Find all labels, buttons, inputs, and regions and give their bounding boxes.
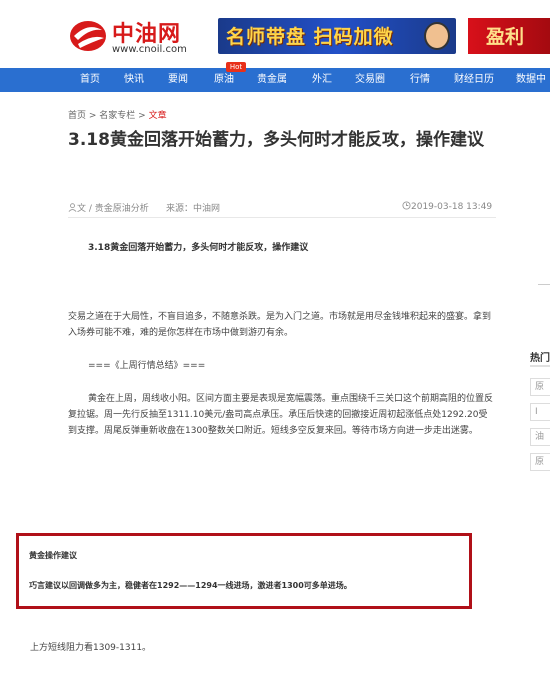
breadcrumb-column[interactable]: 名家专栏 (99, 111, 135, 121)
breadcrumb-current: 文章 (148, 111, 167, 121)
user-icon (68, 203, 77, 212)
ad-banner-wechat[interactable]: 名师带盘 扫码加微 (218, 18, 456, 54)
meta-divider (68, 217, 496, 218)
nav-flash[interactable]: 快讯 (124, 68, 144, 92)
sidebar-hot-item[interactable]: 原 (530, 378, 550, 396)
nav-precious-metals[interactable]: 贵金属 (257, 68, 287, 92)
cartoon-face-icon (424, 22, 450, 50)
article-title: 3.18黄金回落开始蓄力，多头何时才能反攻，操作建议 (68, 130, 484, 150)
nav-forex[interactable]: 外汇 (312, 68, 332, 92)
trading-advice-box: 黄金操作建议 巧言建议以回调做多为主，稳健者在1292——1294一线进场，激进… (16, 533, 472, 609)
resistance-note: 上方短线阻力看1309-1311。 (30, 643, 152, 653)
article-source: 来源：中油网 (166, 204, 221, 214)
sidebar-hot-label: 热门 (530, 353, 550, 364)
breadcrumb-home[interactable]: 首页 (68, 111, 86, 121)
nav-quotes[interactable]: 行情 (410, 68, 430, 92)
site-logo[interactable]: 中油网 www.cnoil.com (68, 16, 198, 60)
breadcrumb-separator: > (135, 111, 149, 121)
article-paragraph-1: 交易之道在于大局性，不盲目追多，不随意杀跌。是为入门之道。市场就是用尽金钱堆积起… (68, 312, 492, 338)
article-date: 2019-03-18 13:49 (402, 201, 492, 212)
trading-advice-text: 巧言建议以回调做多为主，稳健者在1292——1294一线进场，激进者1300可多… (29, 581, 352, 590)
ad-banner-profit[interactable]: 盈利 (468, 18, 550, 54)
article-section-heading: ===《上周行情总结》=== (88, 361, 206, 371)
nav-home[interactable]: 首页 (80, 68, 100, 92)
sidebar-hot-item[interactable]: 原 (530, 453, 550, 471)
logo-mark-icon (70, 21, 106, 51)
main-nav: 首页 快讯 要闻 原油 贵金属 外汇 交易圈 行情 财经日历 数据中 (0, 68, 550, 92)
article-paragraph-2: 黄金在上周，周线收小阳。区间方面主要是表现是宽幅震荡。重点围绕千三关口这个前期高… (68, 394, 494, 436)
sidebar-hot-item[interactable]: I (530, 403, 550, 421)
trading-advice-title: 黄金操作建议 (29, 551, 77, 560)
nav-calendar[interactable]: 财经日历 (454, 68, 494, 92)
sidebar-hot-underline (530, 365, 550, 367)
hot-badge: Hot (226, 62, 246, 72)
ad-banner-text-2: 盈利 (486, 26, 525, 48)
article-author-text: 文 / 贵金原油分析 (77, 204, 149, 214)
breadcrumb: 首页 > 名家专栏 > 文章 (68, 108, 167, 121)
logo-url: www.cnoil.com (112, 44, 187, 55)
nav-data[interactable]: 数据中 (516, 68, 546, 92)
sidebar-hot-item[interactable]: 油 (530, 428, 550, 446)
site-header: 中油网 www.cnoil.com 名师带盘 扫码加微 盈利 (0, 0, 550, 68)
breadcrumb-separator: > (86, 111, 100, 121)
clock-icon (402, 201, 411, 210)
article-lead: 3.18黄金回落开始蓄力，多头何时才能反攻，操作建议 (88, 243, 309, 253)
nav-trading-circle[interactable]: 交易圈 (355, 68, 385, 92)
nav-headlines[interactable]: 要闻 (168, 68, 188, 92)
article-author: 文 / 贵金原油分析 (68, 201, 149, 214)
ad-banner-text: 名师带盘 扫码加微 (226, 26, 394, 48)
sidebar-divider (538, 284, 550, 285)
article-date-text: 2019-03-18 13:49 (411, 202, 493, 212)
